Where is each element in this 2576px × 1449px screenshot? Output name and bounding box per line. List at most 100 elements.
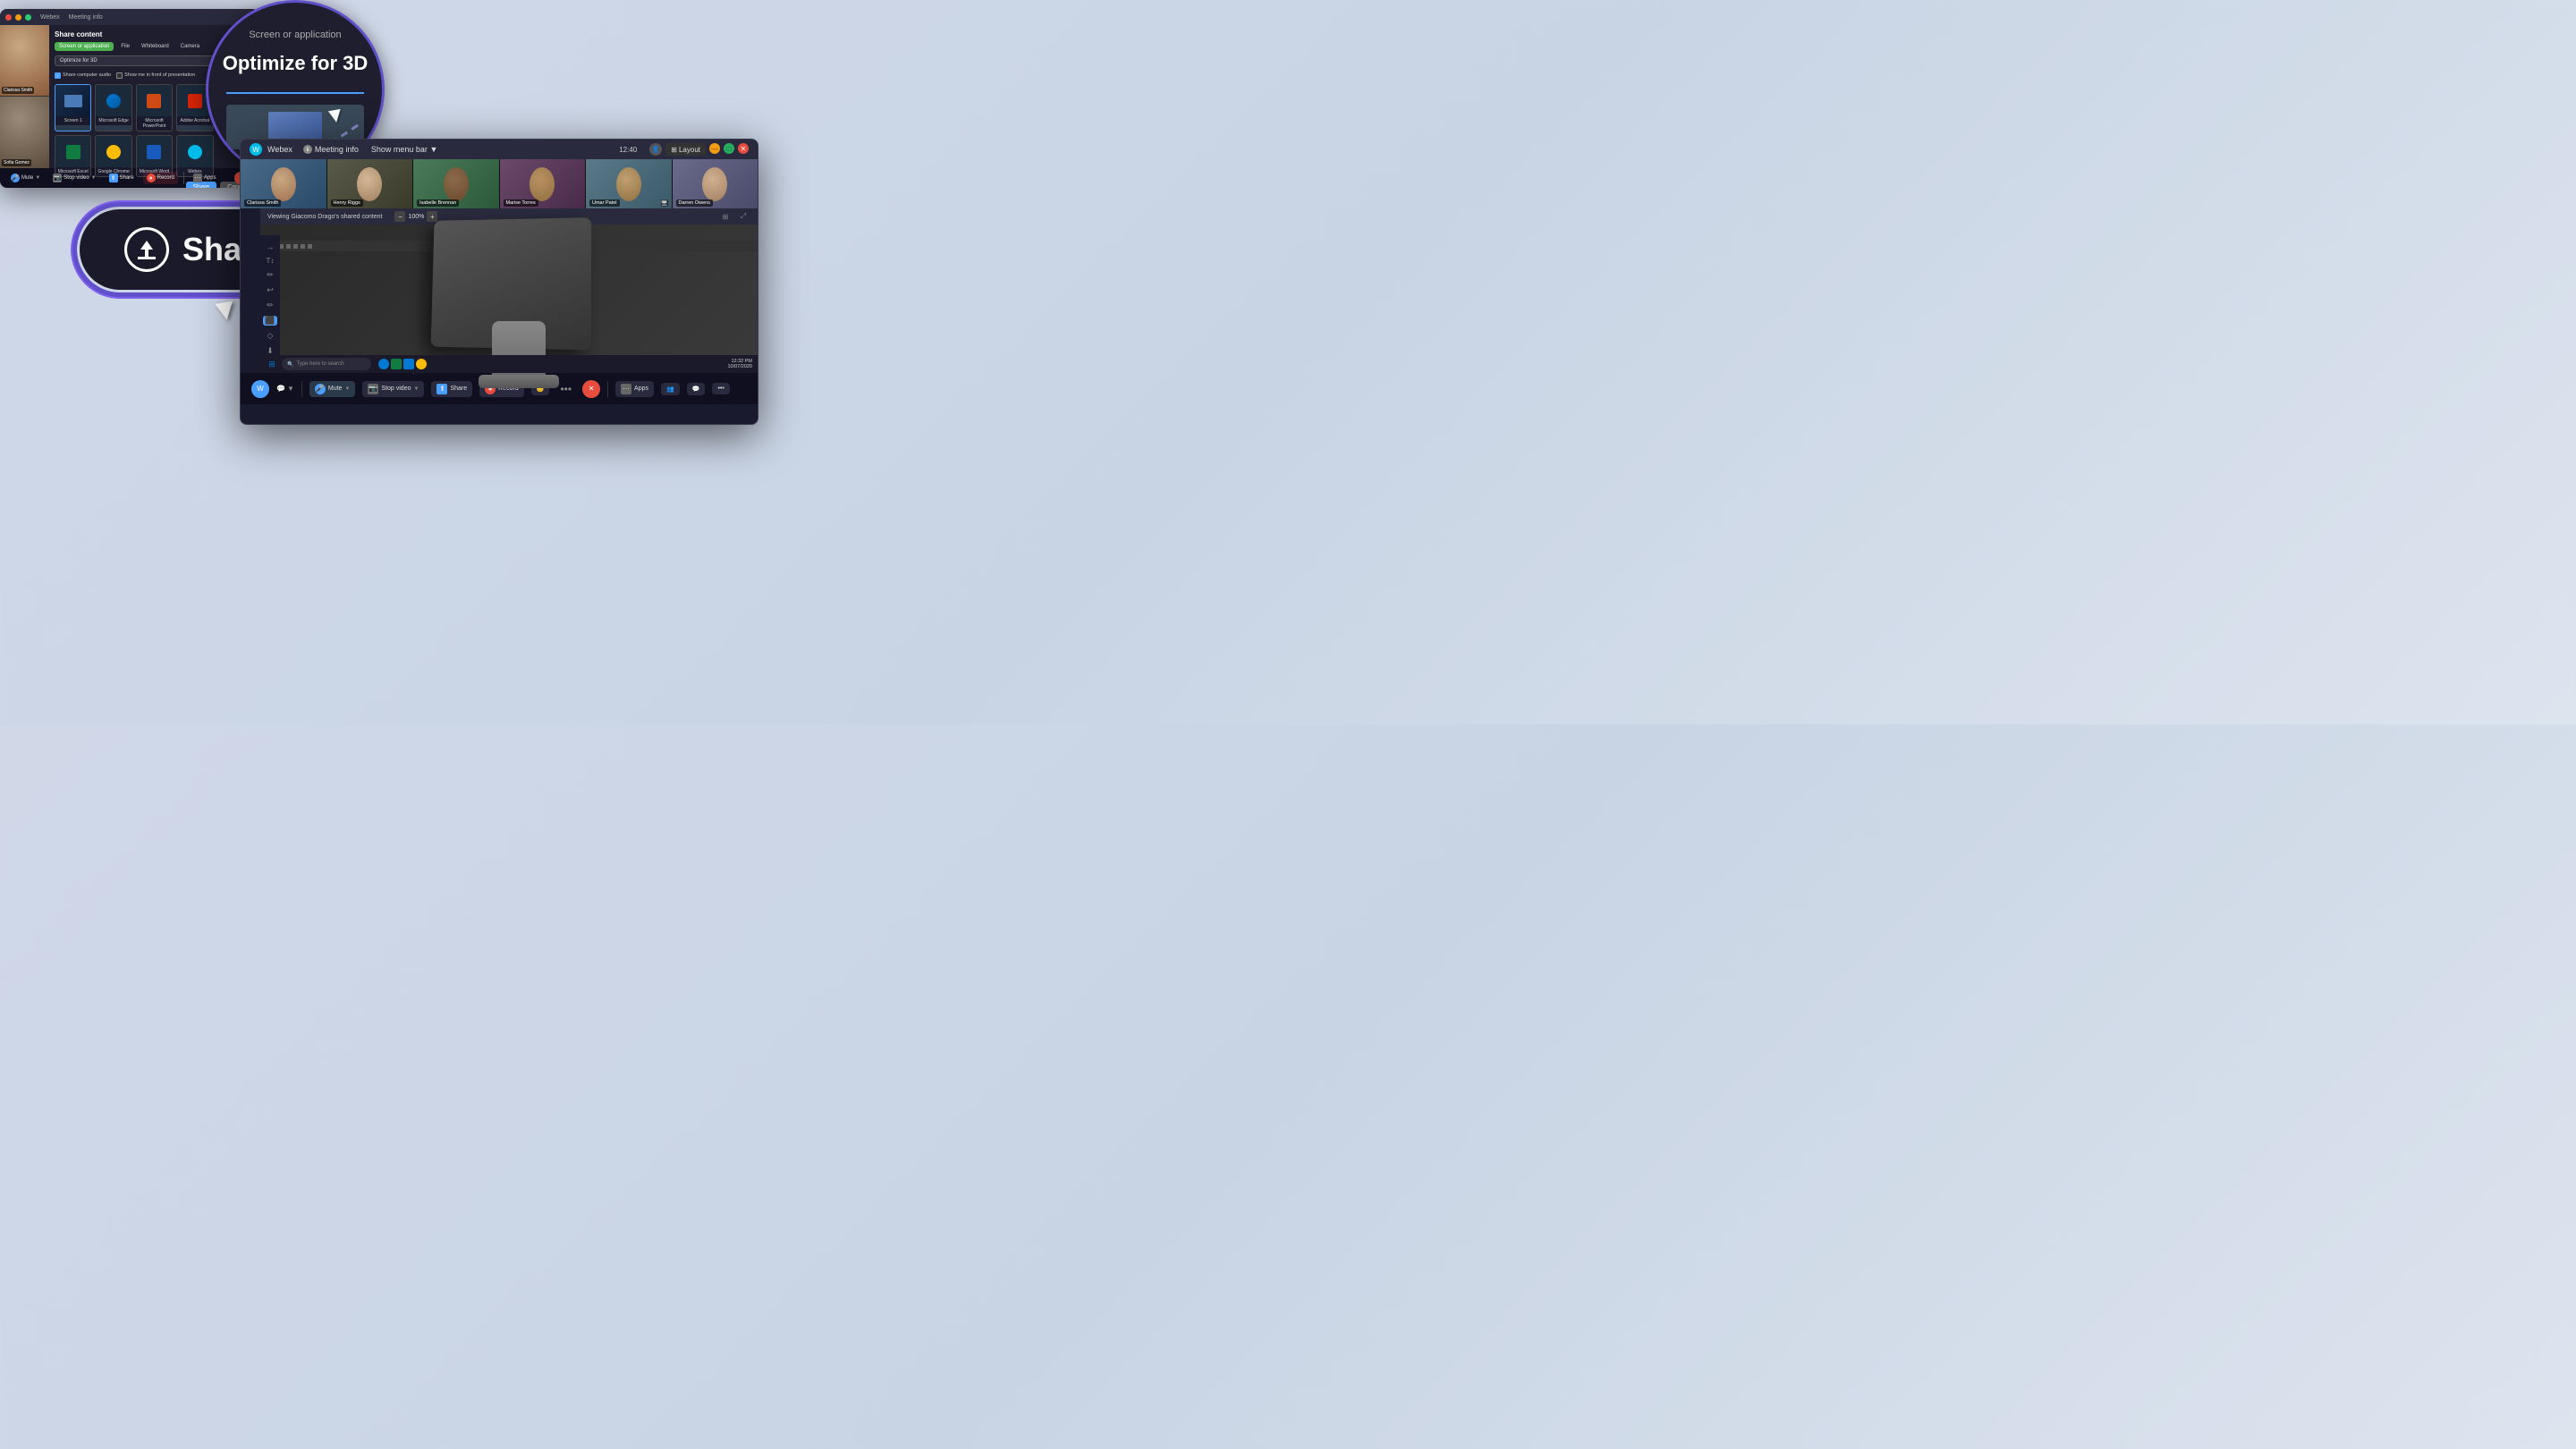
show-menu-btn[interactable]: Show menu bar ▼ — [371, 145, 437, 154]
word-icon — [147, 145, 161, 159]
pen-tool[interactable]: ✏ — [263, 270, 277, 280]
close-btn[interactable]: ✕ — [738, 143, 749, 154]
toolbar-dot-4 — [286, 244, 291, 249]
small-share-btn[interactable]: ⬆ Share — [106, 172, 138, 184]
participants-btn[interactable]: 👥 — [661, 383, 680, 395]
henry-face — [357, 167, 382, 201]
maximize-btn[interactable]: □ — [724, 143, 734, 154]
main-mic-icon: 🎤 — [315, 384, 326, 394]
chat-btn[interactable]: 💬 ▼ — [276, 385, 294, 393]
meeting-info-icon: ℹ — [303, 145, 312, 154]
acrobat-icon — [188, 94, 202, 108]
arrow-stem — [145, 250, 148, 257]
close-dot[interactable] — [5, 14, 12, 21]
excel-preview — [55, 136, 90, 167]
participant-umar[interactable]: Umar Patel 🖥 — [586, 159, 672, 208]
rectangle-tool[interactable]: ⬛ — [263, 316, 277, 326]
win-app-2 — [391, 359, 402, 369]
fullscreen-btn[interactable]: ⤢ — [736, 209, 750, 224]
win-taskbar-apps — [378, 359, 427, 369]
text-tool[interactable]: T↕ — [263, 257, 277, 265]
participant-henry[interactable]: Henry Riggs — [327, 159, 413, 208]
participant-darren[interactable]: Darren Owens — [673, 159, 758, 208]
min-dot[interactable] — [15, 14, 21, 21]
small-apps-btn[interactable]: ⋯ Apps — [190, 172, 220, 184]
edge-label: Microsoft Edge — [96, 116, 131, 125]
tab-file[interactable]: File — [116, 42, 134, 51]
max-dot[interactable] — [25, 14, 31, 21]
screen-thumb-edge[interactable]: Microsoft Edge — [95, 84, 131, 131]
share-cursor — [215, 301, 235, 321]
shape-tool[interactable]: ◇ — [263, 331, 277, 341]
small-video-btn[interactable]: 📷 Stop video ▼ — [49, 172, 99, 184]
show-me-option[interactable]: Show me in front of presentation — [116, 72, 195, 79]
undo-tool[interactable]: ↩ — [263, 285, 277, 295]
small-window-title: Webex — [40, 14, 60, 21]
screen-thumb-word[interactable]: Microsoft Word — [136, 135, 173, 177]
win-taskbar: ⊞ 🔍 Type here to search 12:32 PM10/07/20… — [260, 355, 758, 373]
ppt-label: Microsoft PowerPoint — [137, 116, 172, 131]
minimize-btn[interactable]: — — [709, 143, 720, 154]
main-webex-window: W Webex ℹ Meeting info Show menu bar ▼ 1… — [240, 139, 758, 425]
win-search[interactable]: 🔍 Type here to search — [282, 358, 371, 370]
toolbar-sep-1 — [301, 381, 302, 397]
webex-logo-icon: W — [250, 143, 262, 156]
small-share-icon: ⬆ — [109, 174, 118, 182]
screen-thumb-chrome[interactable]: Google Chrome — [95, 135, 131, 177]
tab-camera[interactable]: Camera — [176, 42, 204, 51]
ppt-icon — [147, 94, 161, 108]
audio-checkbox[interactable] — [55, 72, 61, 79]
pointer-tool[interactable]: → — [263, 242, 277, 251]
webex-status-icon[interactable]: W — [251, 380, 269, 398]
main-mute-btn[interactable]: 🎤 Mute ▼ — [309, 381, 356, 397]
main-mute-caret: ▼ — [344, 386, 350, 392]
participants-icon: 👥 — [666, 386, 674, 393]
arrow-up — [140, 241, 153, 250]
main-window-title: Webex — [267, 145, 292, 154]
small-mute-label: Mute — [21, 175, 33, 181]
show-menu-caret: ▼ — [429, 145, 437, 154]
edge-preview — [96, 85, 131, 116]
tab-whiteboard[interactable]: Whiteboard — [137, 42, 174, 51]
win-search-text: Type here to search — [296, 361, 343, 367]
small-record-btn[interactable]: ● Record — [143, 172, 178, 184]
show-me-checkbox[interactable] — [116, 72, 123, 79]
fit-screen-btn[interactable]: ⊞ — [718, 209, 733, 224]
isabelle-name: Isabelle Brennan — [417, 199, 459, 207]
layout-button[interactable]: ⊞ Layout — [665, 143, 706, 156]
participant-clarissa[interactable]: Clarissa Smith — [241, 159, 326, 208]
small-apps-icon: ⋯ — [193, 174, 202, 182]
screen-thumb-1[interactable]: Screen 1 — [55, 84, 91, 131]
messages-btn[interactable]: 💬 — [687, 383, 706, 395]
screen-thumb-ppt[interactable]: Microsoft PowerPoint — [136, 84, 173, 131]
layout-grid-icon: ⊞ — [671, 146, 677, 154]
screen-thumb-excel[interactable]: Microsoft Excel — [55, 135, 91, 177]
more-options-btn[interactable]: ••• — [712, 383, 729, 394]
messages-icon: 💬 — [692, 386, 700, 393]
main-camera-icon: 📷 — [368, 384, 378, 394]
tab-screen-application[interactable]: Screen or application — [55, 42, 114, 51]
small-share-label: Share — [120, 175, 134, 181]
small-video-label: Stop video — [64, 175, 89, 181]
participant-marise[interactable]: Marise Torres — [500, 159, 586, 208]
small-record-label: Record — [157, 175, 174, 181]
eraser-tool[interactable]: ✏ — [263, 301, 277, 310]
participant-name-2: Sofia Gomez — [2, 159, 31, 166]
viewing-label: Viewing Giacomo Drago's shared content — [267, 214, 382, 220]
screen-thumb-webex[interactable]: Webex — [176, 135, 213, 177]
device-base — [479, 375, 559, 388]
win-search-icon: 🔍 — [287, 361, 293, 368]
win-start-btn[interactable]: ⊞ — [266, 358, 278, 370]
small-mic-icon: 🎤 — [11, 174, 20, 182]
small-mute-btn[interactable]: 🎤 Mute ▼ — [7, 172, 44, 184]
isabelle-face — [444, 167, 469, 201]
user-icon: 👤 — [649, 143, 662, 156]
darren-face — [702, 167, 727, 201]
chrome-preview — [96, 136, 131, 167]
share-audio-option[interactable]: Share computer audio — [55, 72, 111, 79]
audio-label: Share computer audio — [63, 72, 111, 78]
participant-isabelle[interactable]: Isabelle Brennan — [413, 159, 499, 208]
tools-sidebar — [241, 208, 260, 373]
show-me-label: Show me in front of presentation — [124, 72, 195, 78]
main-meeting-info[interactable]: ℹ Meeting info — [303, 145, 359, 154]
